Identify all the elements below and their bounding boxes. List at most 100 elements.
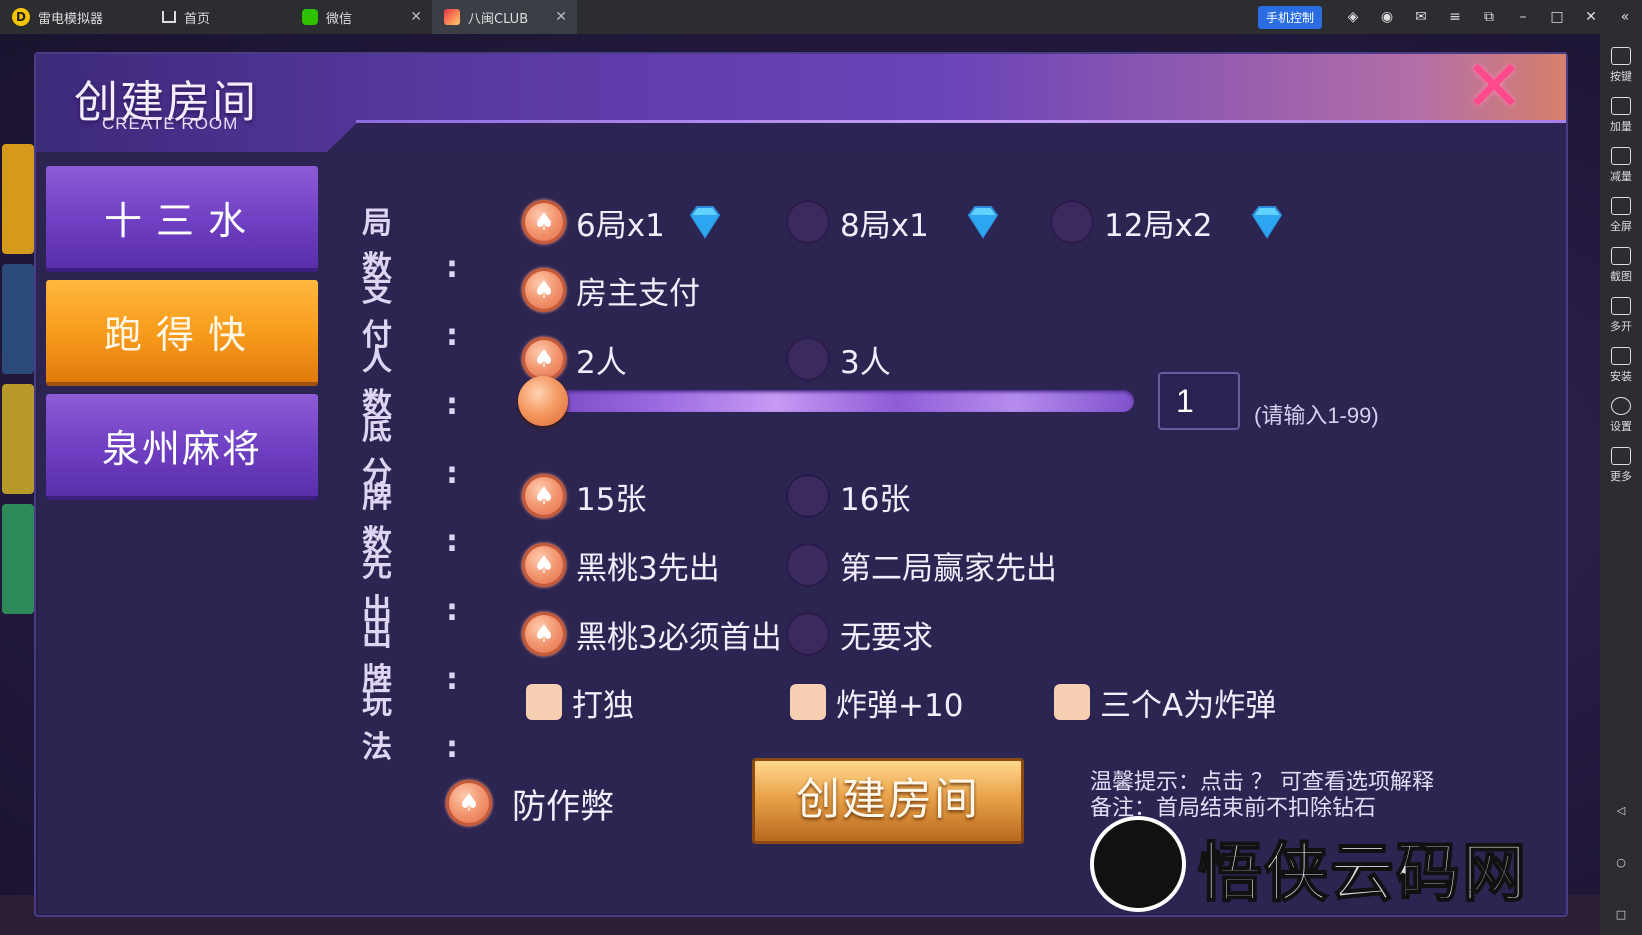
header-divider [356,120,1566,123]
option-rule-three-aces[interactable]: 三个A为炸弹 [1054,674,1276,730]
row-cards: 牌数: ♠ 15张 16张 [362,468,1532,559]
game-tab-quanzhou-mahjong[interactable]: 泉州麻将 [46,394,318,500]
option-label: 打独 [572,687,634,724]
checkbox[interactable] [790,684,826,720]
game-tab-paodekuai[interactable]: 跑得快 [46,280,318,386]
row-rules: 玩法: 打独 炸弹+10 三个A为炸弹 [362,674,1532,765]
diamond-icon [1251,206,1282,239]
gamepad-icon[interactable]: ◈ [1336,0,1370,34]
sidebar-label: 设置 [1610,420,1632,433]
row-first-play: 先出: ♠ 黑桃3先出 第二局赢家先出 [362,537,1532,628]
anticheat-option[interactable]: ♠ 防作弊 [446,778,614,828]
option-rounds-6[interactable]: ♠ 6局x1 [522,194,725,250]
window-controls: 手机控制 ◈ ◉ ✉ ≡ ⧉ – □ ✕ « [1257,0,1642,34]
spade-icon: ♠ [533,481,555,510]
recents-icon[interactable]: □ [1600,908,1642,921]
maximize-icon[interactable]: □ [1540,0,1574,34]
sidebar-item-keys[interactable]: 按键 [1610,47,1632,84]
radio-selected[interactable]: ♠ [522,337,566,381]
option-first-spade3[interactable]: ♠ 黑桃3先出 [522,537,720,593]
sidebar-item-volume-down[interactable]: 减量 [1610,147,1632,184]
watermark: 悟侠云码网 [1090,810,1530,920]
option-players-3[interactable]: 3人 [786,331,891,387]
base-score-hint: (请输入1-99) [1254,403,1379,428]
sidebar-item-volume-up[interactable]: 加量 [1610,97,1632,134]
spade-icon: ♠ [533,275,555,304]
tab-wechat[interactable]: 微信 ✕ [290,0,432,34]
row-rounds: 局数: ♠ 6局x1 8局x1 12局x2 [362,194,1532,285]
radio-unselected[interactable] [786,474,830,518]
collapse-sidebar-icon[interactable]: « [1608,0,1642,34]
checkbox[interactable] [1054,684,1090,720]
tab-home[interactable]: 首页 [150,0,290,34]
spade-icon: ♠ [458,788,480,817]
radio-unselected[interactable] [786,337,830,381]
radio-selected[interactable]: ♠ [522,268,566,312]
option-label: 第二局赢家先出 [840,550,1057,587]
sidebar-label: 更多 [1610,470,1632,483]
home-nav-icon[interactable]: ○ [1600,856,1642,869]
base-score-slider-track[interactable] [538,390,1134,412]
anticheat-label: 防作弊 [512,786,614,827]
sidebar-item-settings[interactable]: 设置 [1610,397,1632,434]
sidebar-item-multi[interactable]: 多开 [1610,297,1632,334]
sidebar-label: 按键 [1610,70,1632,83]
close-window-icon[interactable]: ✕ [1574,0,1608,34]
radio-unselected[interactable] [786,612,830,656]
option-rule-dadu[interactable]: 打独 [526,674,634,730]
emulator-logo-icon: D [12,8,30,26]
spade-icon: ♠ [533,344,555,373]
checkbox[interactable] [526,684,562,720]
sidebar-label: 安装 [1610,370,1632,383]
radio-unselected[interactable] [786,200,830,244]
sidebar-item-fullscreen[interactable]: 全屏 [1610,197,1632,234]
option-play-none[interactable]: 无要求 [786,606,933,662]
option-label: 黑桃3必须首出 [576,619,782,656]
option-payment-host[interactable]: ♠ 房主支付 [522,262,700,318]
close-tab-icon[interactable]: ✕ [410,9,422,25]
close-tab-icon[interactable]: ✕ [555,9,567,25]
radio-selected[interactable]: ♠ [522,200,566,244]
menu-icon[interactable]: ≡ [1438,0,1472,34]
create-room-button[interactable]: 创建房间 [752,758,1024,844]
base-score-input[interactable]: 1 [1158,372,1240,430]
tab-game[interactable]: 八闽CLUB ✕ [432,0,577,34]
option-label: 房主支付 [576,275,700,312]
mail-icon[interactable]: ✉ [1404,0,1438,34]
radio-selected[interactable]: ♠ [522,474,566,518]
radio-unselected[interactable] [786,543,830,587]
option-play-spade3-first[interactable]: ♠ 黑桃3必须首出 [522,606,782,662]
phone-control-button[interactable]: 手机控制 [1257,5,1322,29]
radio-unselected[interactable] [1050,200,1094,244]
emulator-titlebar: D 雷电模拟器 首页 微信 ✕ 八闽CLUB ✕ 手机控制 ◈ ◉ ✉ ≡ ⧉ … [0,0,1642,34]
app-name: 雷电模拟器 [38,11,104,27]
emulator-app-tab[interactable]: D 雷电模拟器 [0,0,150,34]
radio-selected[interactable]: ♠ [446,780,492,826]
game-tab-shisanshui[interactable]: 十三水 [46,166,318,272]
minimize-icon[interactable]: – [1506,0,1540,34]
diamond-icon [689,206,721,239]
row-label: 玩法: [362,686,512,765]
sidebar-label: 减量 [1610,170,1632,183]
tab-home-label: 首页 [184,11,211,27]
radio-selected[interactable]: ♠ [522,612,566,656]
close-icon[interactable]: ✕ [1462,50,1526,122]
option-first-winner[interactable]: 第二局赢家先出 [786,537,1057,593]
user-icon[interactable]: ◉ [1370,0,1404,34]
base-score-slider-thumb[interactable] [518,376,568,426]
option-label: 8局x1 [840,207,929,244]
spade-icon: ♠ [533,550,555,579]
wechat-icon [302,9,318,25]
option-cards-15[interactable]: ♠ 15张 [522,468,646,524]
option-cards-16[interactable]: 16张 [786,468,910,524]
restore-icon[interactable]: ⧉ [1472,0,1506,34]
sidebar-item-screenshot[interactable]: 截图 [1610,247,1632,284]
radio-selected[interactable]: ♠ [522,543,566,587]
diamond-icon [967,206,999,239]
sidebar-item-install[interactable]: 安装 [1610,347,1632,384]
option-rounds-12[interactable]: 12局x2 [1050,194,1287,250]
back-icon[interactable]: ◁ [1600,804,1642,817]
sidebar-item-more[interactable]: 更多 [1610,447,1632,484]
option-rule-bomb10[interactable]: 炸弹+10 [790,674,963,730]
option-rounds-8[interactable]: 8局x1 [786,194,1003,250]
